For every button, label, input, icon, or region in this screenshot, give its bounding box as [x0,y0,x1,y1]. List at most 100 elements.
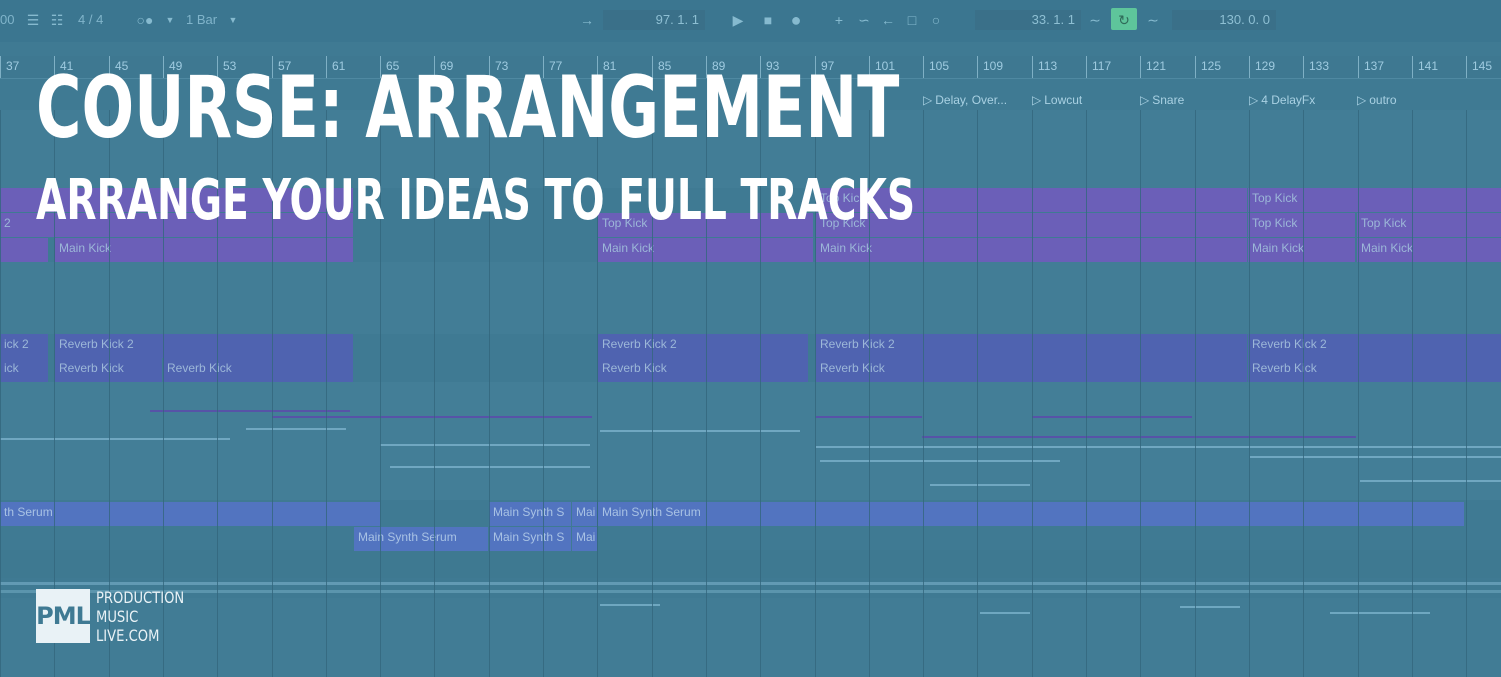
gridline [1249,110,1250,677]
gridline [977,110,978,677]
clip[interactable]: ick 2 [0,334,48,358]
clip[interactable]: Reverb Kick [598,358,808,382]
punch-out-icon[interactable]: ∼ [1142,10,1164,30]
ruler-tick [0,56,1,78]
overdub-icon[interactable]: + [830,10,848,30]
track-lane[interactable] [0,382,1501,500]
locator-4-delayfx[interactable]: ▷ 4 DelayFx [1249,90,1315,110]
clip[interactable]: th Serum [0,502,380,526]
clip[interactable]: Main Synth S [489,502,571,526]
clip[interactable] [0,238,48,262]
automation-arm-icon[interactable]: ∽ [855,10,873,30]
clip[interactable]: Top Kick [1357,213,1501,237]
loop-start-field[interactable]: 33. 1. 1 [975,10,1081,30]
ruler-bar-label: 105 [929,59,950,73]
locator-flag-icon: ▷ [923,93,933,107]
locator-lowcut[interactable]: ▷ Lowcut [1032,90,1082,110]
ruler-bar-label: 117 [1092,59,1112,73]
ruler-tick [1032,56,1033,78]
clip[interactable]: Main Synth S [489,527,571,551]
clip[interactable]: Top Kick [1248,213,1355,237]
loop-length-field[interactable]: 130. 0. 0 [1172,10,1276,30]
play-icon[interactable]: ▶ [728,10,748,30]
midi-note [1330,612,1430,614]
ruler-tick [1249,56,1250,78]
midi-note [600,430,800,432]
gridline [923,110,924,677]
punch-in-icon[interactable]: ∼ [1084,10,1106,30]
clip[interactable]: Mai [572,527,597,551]
clip[interactable]: Reverb Kick [1248,358,1501,382]
locator-flag-icon: ▷ [1249,93,1259,107]
logo-line: MUSIC [96,607,139,626]
track-lane[interactable] [0,550,1501,578]
gridline [1032,110,1033,677]
midi-note [930,484,1030,486]
ruler-bar-label: 145 [1472,59,1493,73]
midi-note [820,460,1060,462]
ruler-tick [1358,56,1359,78]
daw-arrangement-view: 00 ☰ ☷ 4 / 4 ○● ▼ 1 Bar ▼ → 97. 1. 1 ▶ ■… [0,0,1501,677]
gridline [1466,110,1467,677]
midi-note [816,446,1501,448]
clip[interactable]: Main Synth Serum [354,527,488,551]
clip[interactable]: Reverb Kick 2 [1248,334,1501,358]
gridline [1358,110,1359,677]
ruler-bar-label: 121 [1146,59,1167,73]
clip[interactable]: Mai [572,502,597,526]
clip[interactable]: Main Synth Serum [598,502,1464,526]
track-lane[interactable] [0,598,1501,677]
midi-note [922,436,1356,438]
ruler-bar-label: 109 [983,59,1004,73]
session-record-icon[interactable]: ○ [927,10,945,30]
ruler-tick [1140,56,1141,78]
quantize-menu[interactable]: 1 Bar [186,10,217,30]
clip[interactable]: Main Kick [55,238,353,262]
locator-snare[interactable]: ▷ Snare [1140,90,1184,110]
gridline [1140,110,1141,677]
clip[interactable]: Main Kick [1248,238,1355,262]
clip[interactable]: Reverb Kick 2 [55,334,353,358]
logo-line: LIVE.COM [96,626,160,645]
midi-note [246,428,346,430]
locator-flag-icon: ▷ [1140,93,1150,107]
follow-icon[interactable]: → [575,10,599,30]
ruler-bar-label: 129 [1255,59,1276,73]
clip[interactable]: Main Kick [1357,238,1501,262]
ruler-bar-label: 37 [6,59,20,73]
gridline [1303,110,1304,677]
locator-flag-icon: ▷ [1357,93,1367,107]
metronome-bars-icon[interactable]: ☰ [24,10,42,30]
tap-icon[interactable]: ☷ [48,10,66,30]
ruler-tick [923,56,924,78]
ruler-tick [977,56,978,78]
metronome-icon[interactable]: ○● [132,10,158,30]
midi-note [1032,416,1192,418]
arrangement-position-field[interactable]: 97. 1. 1 [603,10,705,30]
gridline [0,110,1,677]
transport-toolbar: 00 ☰ ☷ 4 / 4 ○● ▼ 1 Bar ▼ → 97. 1. 1 ▶ ■… [0,0,1501,42]
chevron-down-icon[interactable]: ▼ [227,10,239,30]
logo-line: PRODUCTION [96,588,185,607]
track-lane[interactable] [0,262,1501,334]
course-title: COURSE: ARRANGEMENT [36,58,900,158]
stop-icon[interactable]: ■ [758,10,778,30]
midi-note [272,416,592,418]
capture-icon[interactable]: □ [903,10,921,30]
ruler-tick [1195,56,1196,78]
clip[interactable]: Reverb Kick 2 [598,334,808,358]
clip[interactable]: Reverb Kick [163,358,353,382]
record-icon[interactable]: ● [786,10,806,30]
time-signature[interactable]: 4 / 4 [78,10,103,30]
midi-note [390,466,590,468]
locator-outro[interactable]: ▷ outro [1357,90,1397,110]
chevron-down-icon[interactable]: ▼ [164,10,176,30]
locator-delay-over[interactable]: ▷ Delay, Over... [923,90,1007,110]
ruler-bar-label: 125 [1201,59,1222,73]
ruler-tick [1086,56,1087,78]
logo-mark: PML [36,589,91,643]
back-to-arrangement-icon[interactable]: ← [879,10,897,30]
clip[interactable]: ick [0,358,48,382]
clip[interactable]: Top Kick [1248,188,1501,212]
ruler-tick [1412,56,1413,78]
